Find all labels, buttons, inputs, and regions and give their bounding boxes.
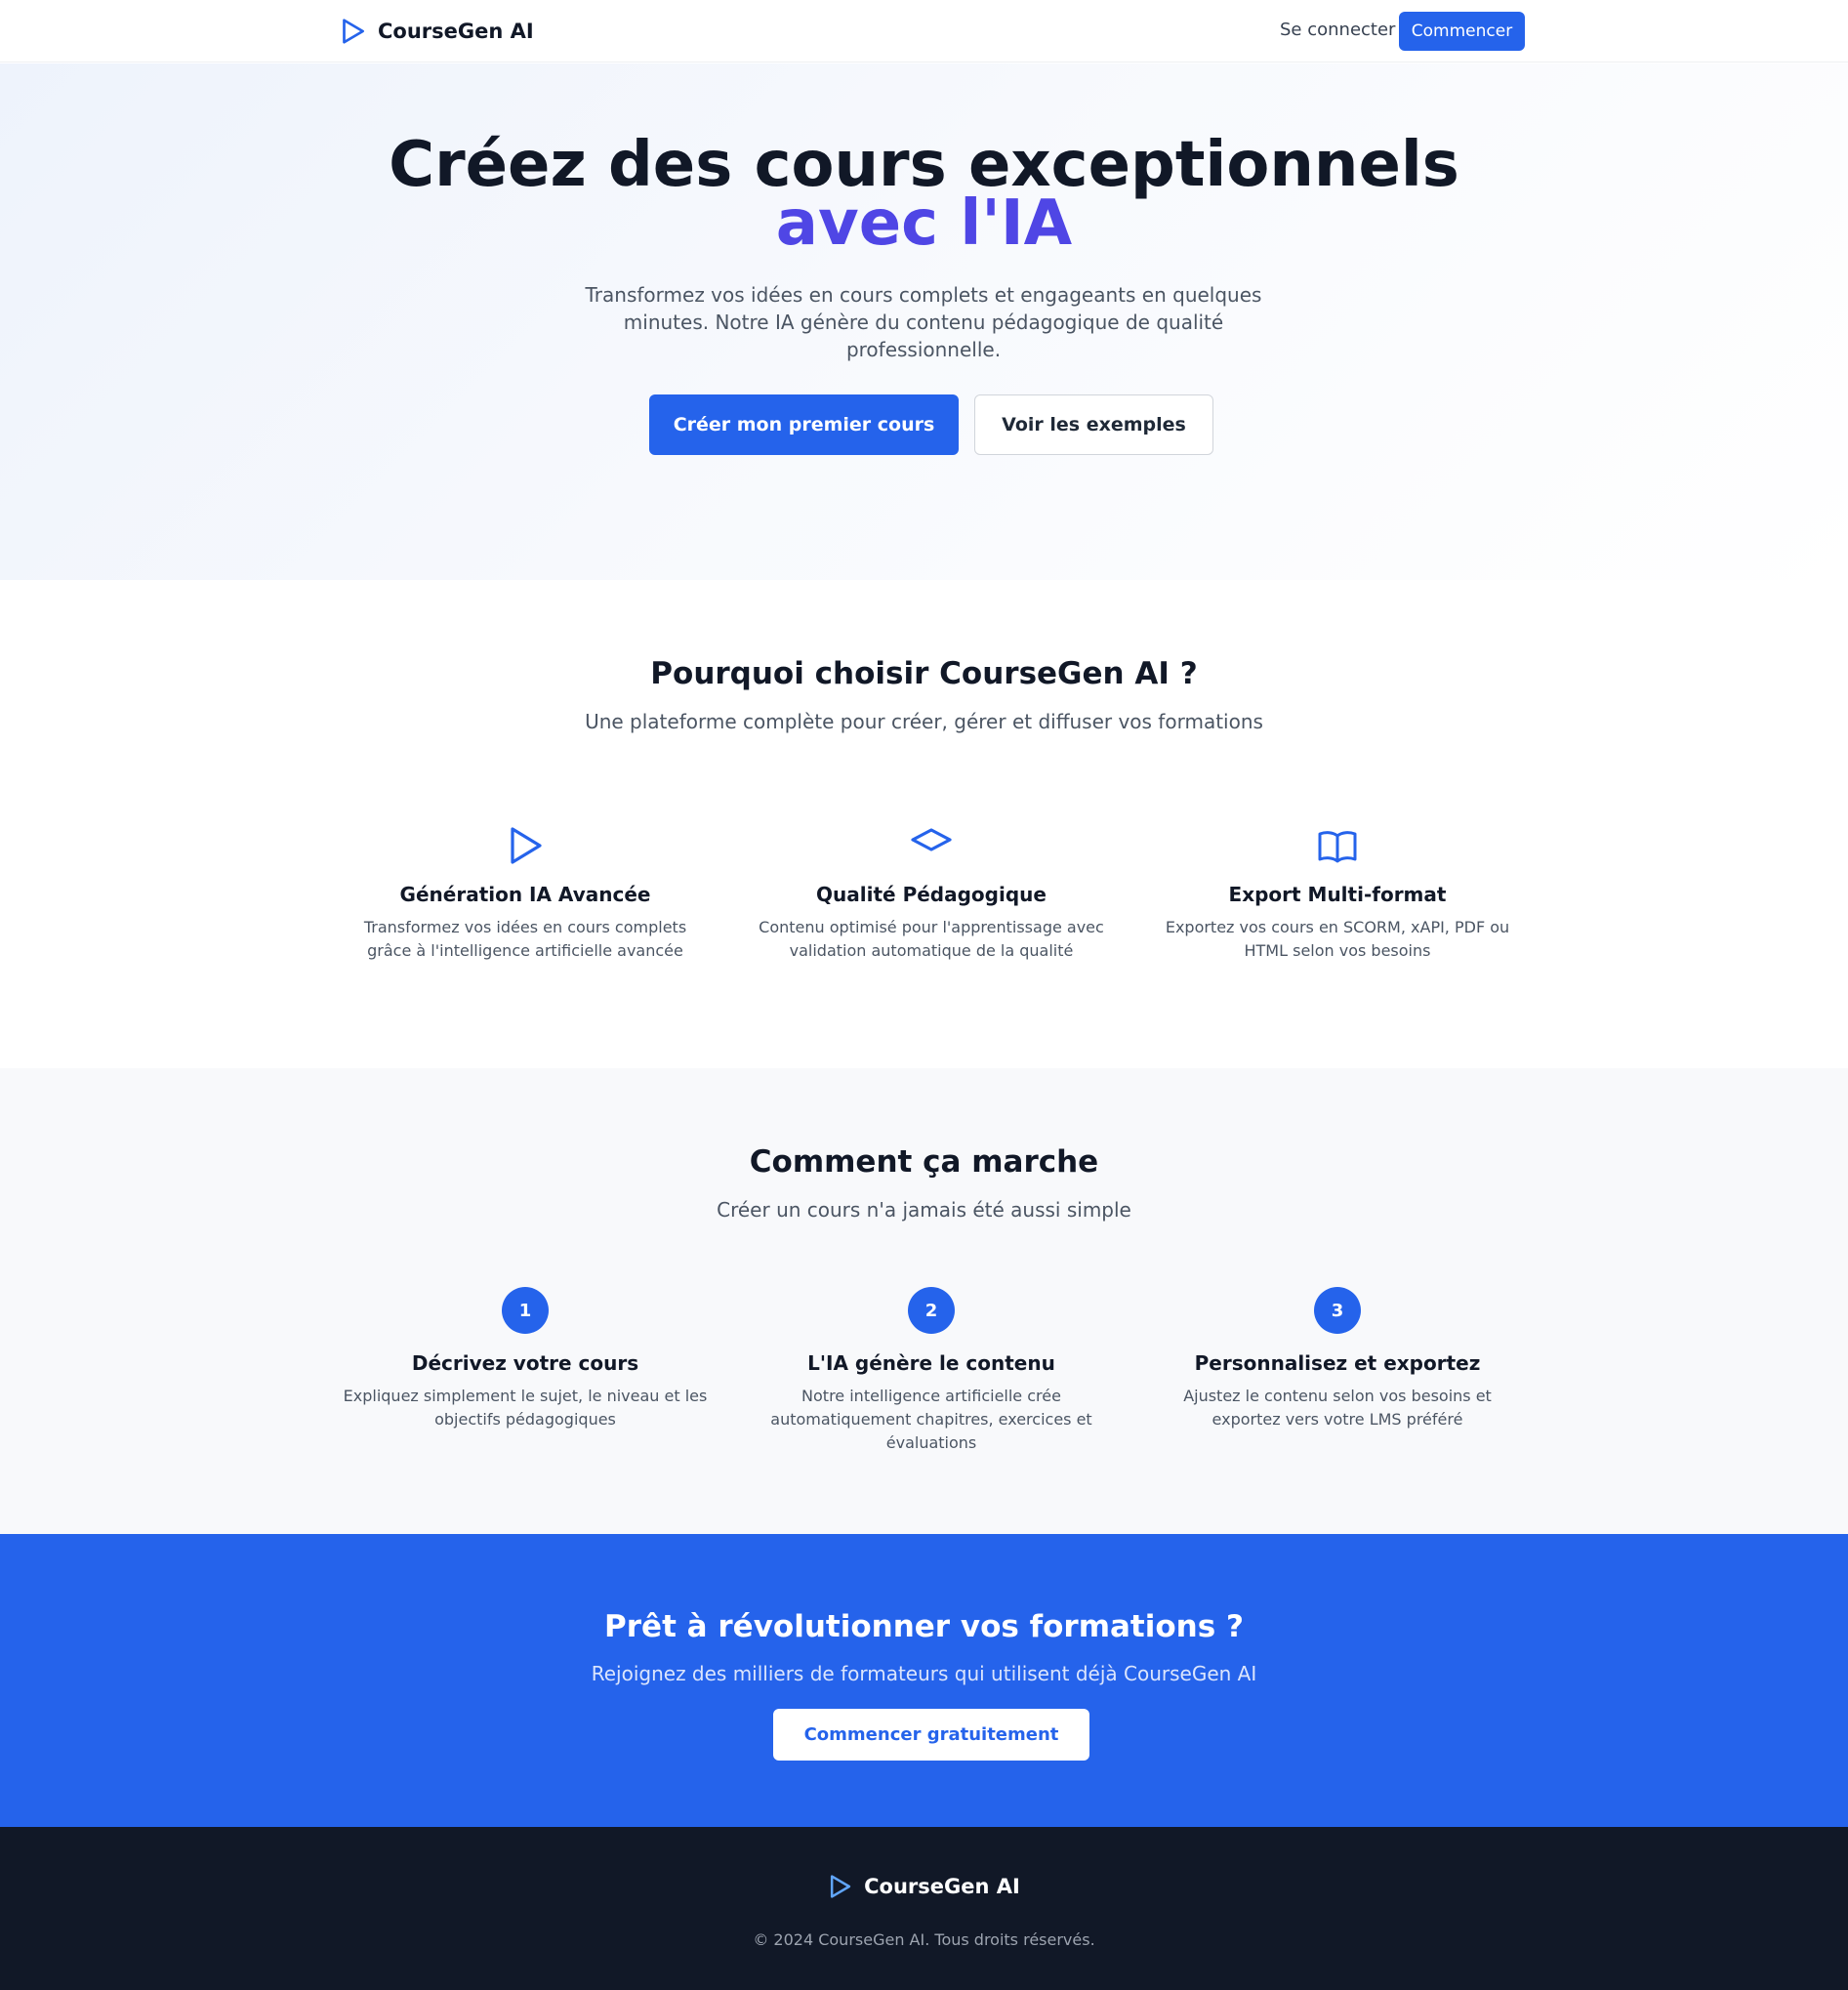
brand-name: CourseGen AI [378, 20, 534, 43]
diamond-icon [911, 828, 952, 851]
feature-title: Génération IA Avancée [399, 883, 651, 906]
view-examples-button[interactable]: Voir les exemples [974, 394, 1213, 455]
step-title: Personnalisez et exportez [1194, 1351, 1481, 1375]
cta-subtitle: Rejoignez des milliers de formateurs qui… [591, 1662, 1257, 1685]
step-description: Notre intelligence artificielle crée aut… [770, 1387, 1092, 1452]
steps-subtitle: Créer un cours n'a jamais été aussi simp… [717, 1198, 1131, 1222]
how-it-works-section: Comment ça marche Créer un cours n'a jam… [0, 1068, 1848, 1534]
cta-section: Prêt à révolutionner vos formations ? Re… [0, 1534, 1848, 1827]
feature-title: Qualité Pédagogique [816, 883, 1047, 906]
hero-title-accent: avec l'IA [775, 187, 1073, 260]
step-number-badge: 1 [502, 1287, 549, 1334]
features-section: Pourquoi choisir CourseGen AI ? Une plat… [0, 580, 1848, 1068]
hero-section: Créez des cours exceptionnels avec l'IA … [0, 63, 1848, 580]
hero-subtitle: Transformez vos idées en cours complets … [585, 283, 1262, 361]
step-description: Ajustez le contenu selon vos besoins et … [1183, 1387, 1492, 1429]
start-button[interactable]: Commencer [1399, 12, 1525, 51]
create-first-course-button[interactable]: Créer mon premier cours [649, 394, 959, 455]
book-icon [1318, 831, 1357, 863]
play-icon [511, 827, 542, 864]
footer-brand[interactable]: CourseGen AI [0, 1873, 1848, 1900]
step-title: Décrivez votre cours [411, 1351, 639, 1375]
features-title: Pourquoi choisir CourseGen AI ? [650, 656, 1198, 691]
feature-title: Export Multi-format [1228, 883, 1447, 906]
copyright-text: © 2024 CourseGen AI. Tous droits réservé… [753, 1930, 1095, 1949]
step-item: 3 Personnalisez et exportez Ajustez le c… [1147, 1287, 1528, 1431]
feature-card: Export Multi-format Exportez vos cours e… [1162, 824, 1513, 963]
step-item: 1 Décrivez votre cours Expliquez simplem… [335, 1287, 716, 1431]
play-icon [343, 19, 364, 44]
steps-title: Comment ça marche [749, 1144, 1099, 1180]
feature-card: Qualité Pédagogique Contenu optimisé pou… [756, 824, 1107, 963]
start-free-button[interactable]: Commencer gratuitement [773, 1709, 1089, 1761]
step-description: Expliquez simplement le sujet, le niveau… [343, 1387, 708, 1429]
step-number-badge: 3 [1314, 1287, 1361, 1334]
step-title: L'IA génère le contenu [807, 1351, 1055, 1375]
feature-card: Génération IA Avancée Transformez vos id… [349, 824, 701, 963]
footer-brand-name: CourseGen AI [864, 1875, 1020, 1898]
step-item: 2 L'IA génère le contenu Notre intellige… [741, 1287, 1122, 1455]
login-link[interactable]: Se connecter [1280, 20, 1395, 40]
play-icon [831, 1875, 851, 1898]
brand-logo[interactable]: CourseGen AI [340, 17, 534, 46]
step-number-badge: 2 [908, 1287, 955, 1334]
feature-description: Contenu optimisé pour l'apprentissage av… [759, 918, 1104, 960]
hero-title: Créez des cours exceptionnels avec l'IA [0, 134, 1848, 260]
footer: CourseGen AI © 2024 CourseGen AI. Tous d… [0, 1827, 1848, 1990]
navbar: CourseGen AI Se connecter Commencer [0, 0, 1848, 62]
feature-description: Transformez vos idées en cours complets … [363, 918, 687, 960]
feature-description: Exportez vos cours en SCORM, xAPI, PDF o… [1165, 918, 1510, 960]
features-subtitle: Une plateforme complète pour créer, gére… [585, 710, 1263, 733]
cta-title: Prêt à révolutionner vos formations ? [604, 1609, 1244, 1644]
